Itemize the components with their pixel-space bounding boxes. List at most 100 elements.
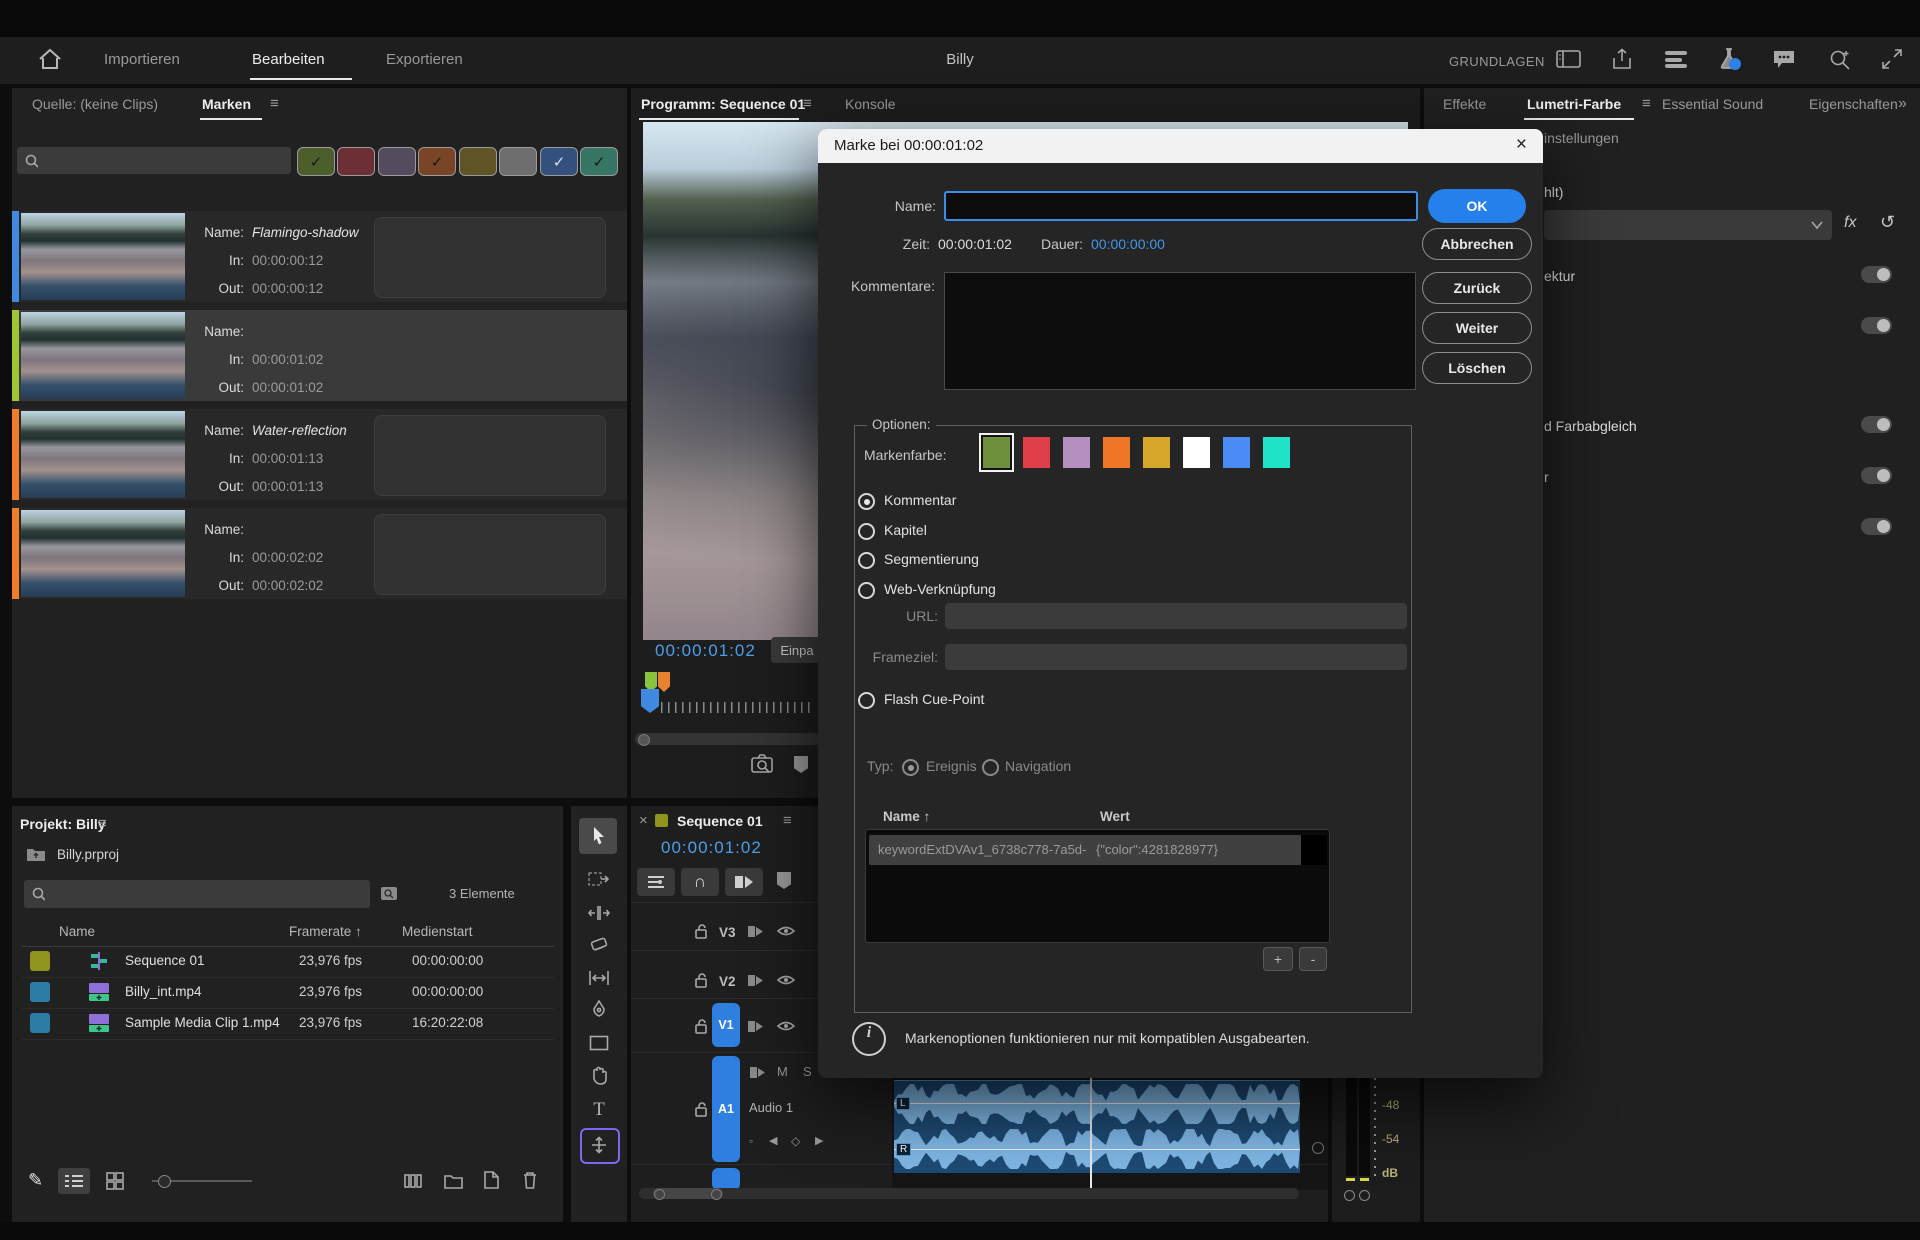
mini-timeline-ruler[interactable] — [661, 702, 813, 713]
fit-zoom-select[interactable]: Einpa — [771, 637, 823, 663]
export-frame-icon[interactable] — [751, 754, 777, 775]
track-visibility-eye-icon[interactable] — [777, 1020, 795, 1032]
marker-name-input[interactable] — [944, 191, 1418, 221]
marker-color-orange[interactable] — [1103, 437, 1130, 468]
panel-menu-icon[interactable]: ≡ — [98, 815, 107, 832]
lock-icon[interactable] — [695, 1102, 709, 1117]
type-tool[interactable]: T — [588, 1099, 610, 1121]
url-input[interactable] — [945, 603, 1407, 629]
pen-tool[interactable] — [588, 999, 610, 1021]
add-keyframe-icon[interactable]: ◇ — [791, 1134, 800, 1148]
column-header-name[interactable]: Name — [59, 924, 95, 939]
radio-ereignis[interactable] — [902, 759, 919, 776]
track-visibility-eye-icon[interactable] — [777, 974, 795, 986]
marker-item[interactable]: Name: In: 00:00:02:02 Out: 00:00:02:02 — [12, 508, 627, 599]
share-icon[interactable] — [1611, 48, 1633, 70]
workspace-label[interactable]: GRUNDLAGEN — [1449, 54, 1545, 69]
source-patch-icon[interactable] — [747, 925, 764, 938]
playhead-line[interactable] — [1090, 1070, 1092, 1190]
search-sparkle-icon[interactable] — [1828, 48, 1852, 70]
delete-trash-icon[interactable] — [522, 1171, 538, 1189]
filter-chip-purple[interactable] — [378, 147, 416, 176]
add-row-button[interactable]: + — [1263, 947, 1293, 971]
dauer-value[interactable]: 00:00:00:00 — [1091, 236, 1165, 252]
mute-button[interactable]: M — [777, 1064, 788, 1079]
keyframe-record-icon[interactable]: ◦ — [749, 1134, 753, 1148]
track-v2-label[interactable]: V2 — [719, 974, 736, 989]
filter-chip-blue[interactable]: ✓ — [540, 147, 578, 176]
meter-solo-left[interactable] — [1344, 1190, 1355, 1201]
tab-program-monitor[interactable]: Programm: Sequence 01 — [641, 96, 805, 112]
delete-marker-button[interactable]: Löschen — [1422, 352, 1532, 384]
panel-menu-icon[interactable]: ≡ — [783, 812, 792, 829]
radio-navigation[interactable] — [982, 759, 999, 776]
table-col-name[interactable]: Name ↑ — [883, 809, 930, 824]
rectangle-tool[interactable] — [588, 1032, 610, 1054]
program-scrollbar[interactable] — [635, 733, 821, 746]
workspaces-icon[interactable] — [1556, 49, 1581, 69]
solo-button[interactable]: S — [803, 1064, 812, 1079]
marker-color-green[interactable] — [983, 437, 1010, 468]
find-icon[interactable] — [380, 886, 398, 901]
frameziel-input[interactable] — [945, 644, 1407, 670]
remove-row-button[interactable]: - — [1299, 947, 1327, 971]
new-bin-icon[interactable] — [444, 1173, 463, 1189]
tab-essential-sound[interactable]: Essential Sound — [1662, 96, 1763, 112]
preset-dropdown[interactable] — [1544, 210, 1832, 240]
volume-rubber-band[interactable] — [894, 1149, 1300, 1150]
filter-chip-yellow[interactable] — [459, 147, 497, 176]
marker-comment-box[interactable] — [374, 514, 606, 595]
radio-web-verknuepfung[interactable] — [858, 582, 875, 599]
filter-chip-orange[interactable]: ✓ — [418, 147, 456, 176]
timeline-zoom-scrollbar[interactable] — [639, 1188, 1299, 1200]
filter-chip-gray[interactable] — [499, 147, 537, 176]
lock-icon[interactable] — [695, 973, 709, 988]
lock-icon[interactable] — [695, 924, 709, 939]
automate-sequence-icon[interactable] — [404, 1172, 422, 1190]
marker-color-cyan[interactable] — [1263, 437, 1290, 468]
reset-icon[interactable]: ↺ — [1880, 212, 1895, 233]
marker-flag-blue-icon[interactable] — [641, 689, 659, 713]
zoom-handle-right[interactable] — [711, 1189, 722, 1200]
label-color-chip[interactable] — [30, 982, 50, 1002]
radio-kommentar[interactable] — [858, 493, 875, 510]
quick-export-icon[interactable] — [1663, 49, 1689, 69]
program-timecode[interactable]: 00:00:01:02 — [655, 641, 756, 661]
section-toggle[interactable] — [1861, 467, 1892, 484]
tab-konsole[interactable]: Konsole — [845, 96, 896, 112]
tab-effekte[interactable]: Effekte — [1443, 96, 1486, 112]
new-item-icon[interactable] — [484, 1171, 499, 1189]
label-color-chip[interactable] — [30, 1013, 50, 1033]
panel-menu-icon[interactable]: ≡ — [803, 95, 812, 112]
section-toggle[interactable] — [1861, 266, 1892, 283]
lock-icon[interactable] — [695, 1019, 709, 1034]
project-row-media[interactable]: Sample Media Clip 1.mp4 23,976 fps 16:20… — [22, 1009, 554, 1040]
remap-tool[interactable] — [588, 1134, 610, 1156]
marker-comment-box[interactable] — [374, 217, 606, 298]
snap-magnet-button[interactable]: ∩ — [681, 868, 719, 896]
source-patch-icon[interactable] — [747, 974, 764, 987]
selection-tool[interactable] — [588, 825, 610, 847]
table-col-wert[interactable]: Wert — [1100, 809, 1130, 824]
meter-solo-right[interactable] — [1359, 1190, 1370, 1201]
audio-track-name[interactable]: Audio 1 — [749, 1100, 793, 1115]
audio-clip[interactable]: L R — [894, 1080, 1300, 1173]
slip-tool[interactable] — [588, 967, 610, 989]
vertical-scrollbar-handle[interactable] — [1312, 1142, 1324, 1154]
panel-menu-icon[interactable]: ≡ — [1642, 95, 1651, 112]
marker-color-red[interactable] — [1023, 437, 1050, 468]
project-row-sequence[interactable]: Sequence 01 23,976 fps 00:00:00:00 — [22, 947, 554, 978]
panel-menu-icon[interactable]: ≡ — [270, 95, 279, 112]
marker-item-selected[interactable]: Name: In: 00:00:01:02 Out: 00:00:01:02 — [12, 310, 627, 401]
kommentare-textarea[interactable] — [944, 272, 1416, 390]
icon-view-button[interactable] — [106, 1172, 124, 1190]
feedback-icon[interactable] — [1772, 49, 1796, 70]
ripple-edit-tool[interactable] — [588, 902, 610, 924]
tab-sequence[interactable]: Sequence 01 — [677, 813, 763, 829]
list-view-button[interactable] — [58, 1168, 90, 1194]
filter-chip-green[interactable]: ✓ — [297, 147, 335, 176]
table-cell-wert[interactable]: {"color":4281828977} — [1087, 835, 1306, 865]
writable-pencil-icon[interactable]: ✎ — [28, 1170, 43, 1191]
beta-flask-icon[interactable] — [1717, 47, 1743, 71]
thumbnail-size-slider[interactable] — [152, 1175, 252, 1188]
